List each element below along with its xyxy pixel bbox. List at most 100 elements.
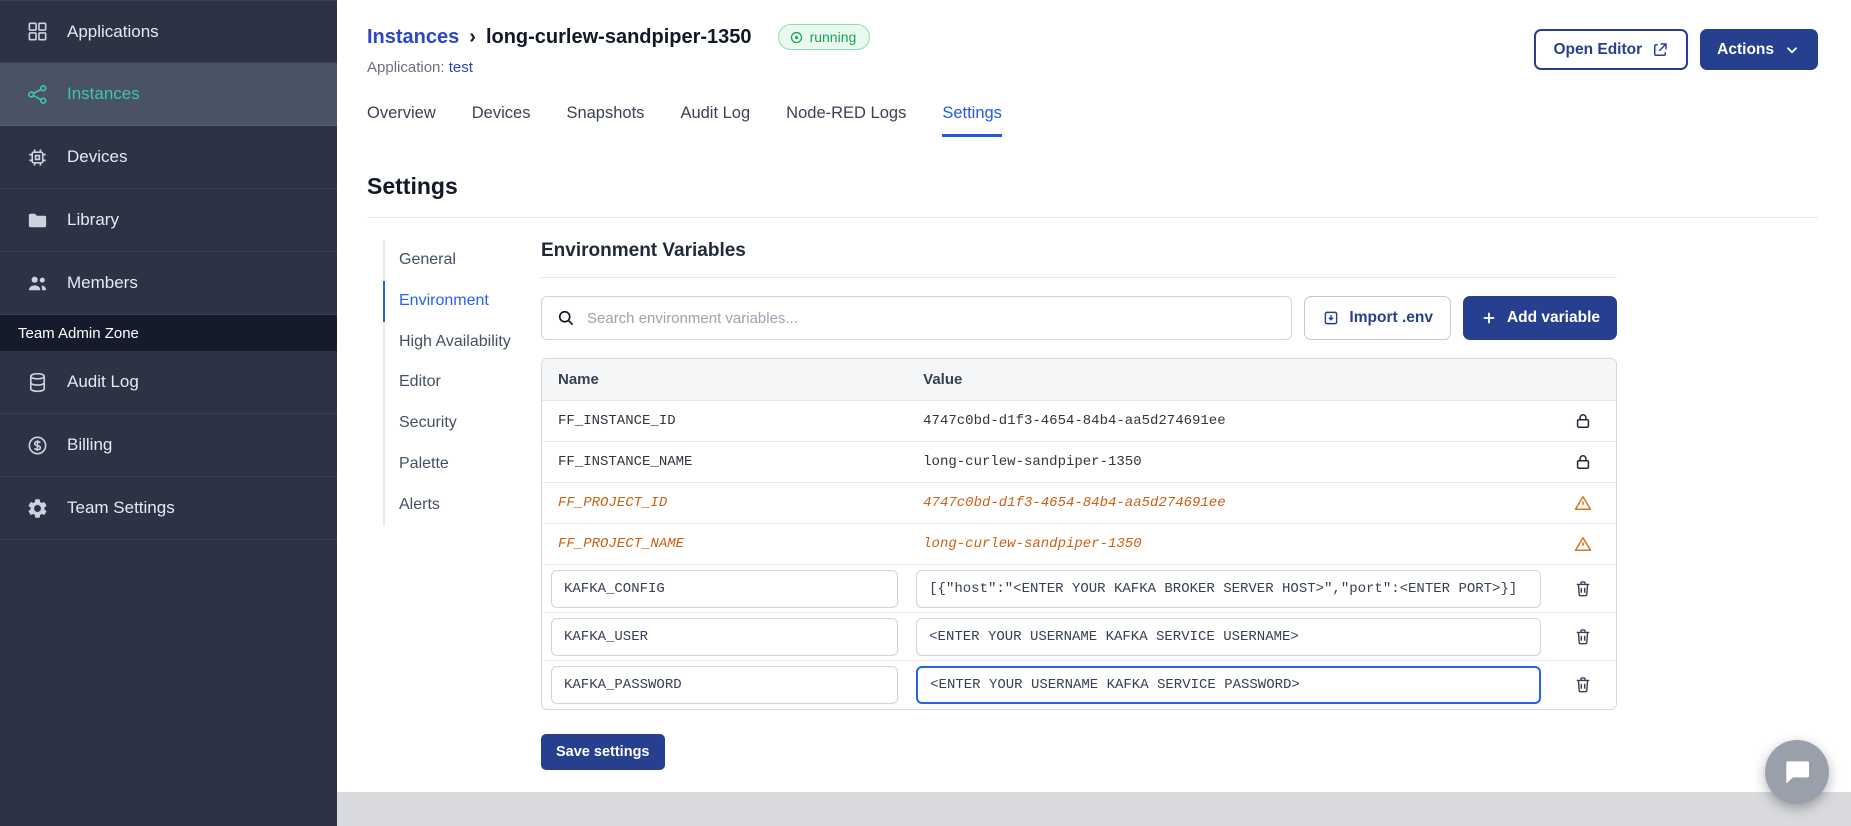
sidebar-item-applications[interactable]: Applications	[0, 0, 337, 63]
settings-title: Settings	[367, 173, 458, 199]
table-row: FF_INSTANCE_ID 4747c0bd-d1f3-4654-84b4-a…	[542, 401, 1616, 442]
env-variables-table: Name Value FF_INSTANCE_ID 4747c0bd-d1f3-…	[541, 358, 1617, 710]
env-var-value: long-curlew-sandpiper-1350	[923, 536, 1142, 552]
env-var-value-input[interactable]	[916, 569, 1541, 608]
trash-icon[interactable]	[1573, 627, 1593, 647]
env-var-value: long-curlew-sandpiper-1350	[923, 454, 1142, 470]
plus-icon	[1480, 309, 1498, 327]
breadcrumb-separator: ›	[469, 25, 476, 48]
dollar-icon	[26, 434, 49, 457]
sidebar-item-devices[interactable]: Devices	[0, 126, 337, 189]
users-icon	[26, 272, 49, 295]
subnav-security[interactable]: Security	[383, 403, 515, 444]
running-status-icon	[789, 30, 804, 45]
actions-label: Actions	[1717, 40, 1774, 58]
add-variable-button[interactable]: Add variable	[1462, 296, 1617, 340]
sidebar-item-instances[interactable]: Instances	[0, 63, 337, 126]
table-header: Name Value	[542, 359, 1616, 401]
lock-icon	[1573, 452, 1593, 472]
subnav-environment[interactable]: Environment	[383, 280, 515, 322]
env-var-name: FF_PROJECT_ID	[558, 495, 668, 511]
env-var-name-input[interactable]	[551, 569, 899, 608]
env-var-name: FF_PROJECT_NAME	[558, 536, 685, 552]
import-icon	[1322, 309, 1340, 327]
footer-band	[337, 792, 1851, 826]
sidebar: Applications Instances Devices Library M…	[0, 0, 337, 826]
chat-widget-button[interactable]	[1765, 740, 1829, 804]
save-settings-button[interactable]: Save settings	[541, 734, 665, 770]
open-editor-button[interactable]: Open Editor	[1534, 29, 1689, 70]
lock-icon	[1573, 411, 1593, 431]
external-link-icon	[1651, 41, 1669, 59]
application-link[interactable]: test	[449, 59, 473, 76]
sidebar-item-billing[interactable]: Billing	[0, 414, 337, 477]
page-header: Instances › long-curlew-sandpiper-1350 r…	[367, 24, 1818, 76]
sidebar-item-label: Devices	[67, 147, 128, 166]
warning-icon	[1573, 534, 1593, 554]
settings-subnav: General Environment High Availability Ed…	[383, 240, 515, 770]
tab-snapshots[interactable]: Snapshots	[566, 104, 644, 137]
table-row	[542, 661, 1616, 709]
sidebar-item-label: Instances	[67, 84, 140, 103]
breadcrumb: Instances › long-curlew-sandpiper-1350 r…	[367, 24, 871, 50]
app-root: Applications Instances Devices Library M…	[0, 0, 1851, 826]
sidebar-item-members[interactable]: Members	[0, 252, 337, 315]
sidebar-item-audit-log[interactable]: Audit Log	[0, 351, 337, 414]
import-env-label: Import .env	[1349, 309, 1433, 326]
env-var-name-input[interactable]	[551, 617, 899, 656]
trash-icon[interactable]	[1573, 579, 1593, 599]
env-var-value: 4747c0bd-d1f3-4654-84b4-aa5d274691ee	[923, 413, 1226, 429]
status-badge-label: running	[809, 29, 857, 45]
chat-icon	[1781, 756, 1813, 788]
search-input[interactable]	[587, 309, 1278, 327]
applications-icon	[26, 20, 49, 43]
sidebar-item-label: Applications	[67, 21, 159, 41]
application-label: Application:	[367, 59, 445, 76]
search-box	[541, 296, 1293, 340]
sidebar-item-label: Billing	[67, 435, 113, 454]
sidebar-item-library[interactable]: Library	[0, 189, 337, 252]
chevron-down-icon	[1783, 41, 1801, 59]
search-icon	[556, 308, 576, 328]
tab-settings[interactable]: Settings	[942, 104, 1002, 137]
table-row	[542, 565, 1616, 613]
environment-panel: Environment Variables Impo	[541, 240, 1617, 770]
sidebar-item-label: Audit Log	[67, 372, 139, 391]
tab-audit-log[interactable]: Audit Log	[680, 104, 750, 137]
add-variable-label: Add variable	[1506, 309, 1600, 326]
database-icon	[26, 371, 49, 394]
sidebar-item-team-settings[interactable]: Team Settings	[0, 477, 337, 540]
subnav-general[interactable]: General	[383, 240, 515, 281]
env-var-value: 4747c0bd-d1f3-4654-84b4-aa5d274691ee	[923, 495, 1226, 511]
subnav-editor[interactable]: Editor	[383, 362, 515, 404]
breadcrumb-instances-link[interactable]: Instances	[367, 26, 459, 49]
actions-button[interactable]: Actions	[1700, 29, 1818, 70]
env-var-name-input[interactable]	[551, 666, 899, 704]
subnav-alerts[interactable]: Alerts	[383, 484, 515, 526]
application-line: Application: test	[367, 59, 870, 76]
instance-tabs: Overview Devices Snapshots Audit Log Nod…	[367, 104, 1818, 137]
main-area: Instances › long-curlew-sandpiper-1350 r…	[337, 0, 1851, 826]
sidebar-item-label: Team Settings	[67, 498, 175, 517]
instance-name: long-curlew-sandpiper-1350	[485, 25, 752, 48]
subnav-high-availability[interactable]: High Availability	[383, 321, 515, 363]
trash-icon[interactable]	[1573, 675, 1593, 695]
table-row: FF_PROJECT_ID 4747c0bd-d1f3-4654-84b4-aa…	[542, 483, 1616, 524]
import-env-button[interactable]: Import .env	[1304, 296, 1451, 340]
subnav-palette[interactable]: Palette	[383, 443, 515, 485]
env-var-value-input[interactable]	[916, 617, 1541, 656]
tab-node-red-logs[interactable]: Node-RED Logs	[786, 104, 906, 137]
divider	[367, 217, 1818, 218]
sidebar-section-label: Team Admin Zone	[0, 315, 337, 351]
table-row: FF_INSTANCE_NAME long-curlew-sandpiper-1…	[542, 442, 1616, 483]
folder-icon	[26, 209, 49, 232]
panel-title: Environment Variables	[541, 240, 1617, 278]
sidebar-item-label: Members	[67, 273, 138, 292]
tab-overview[interactable]: Overview	[367, 104, 436, 137]
sidebar-item-label: Library	[67, 210, 119, 229]
column-header-value: Value	[923, 371, 963, 388]
env-var-value-input[interactable]	[916, 666, 1541, 704]
chip-icon	[26, 146, 49, 169]
table-row	[542, 613, 1616, 661]
tab-devices[interactable]: Devices	[472, 104, 531, 137]
